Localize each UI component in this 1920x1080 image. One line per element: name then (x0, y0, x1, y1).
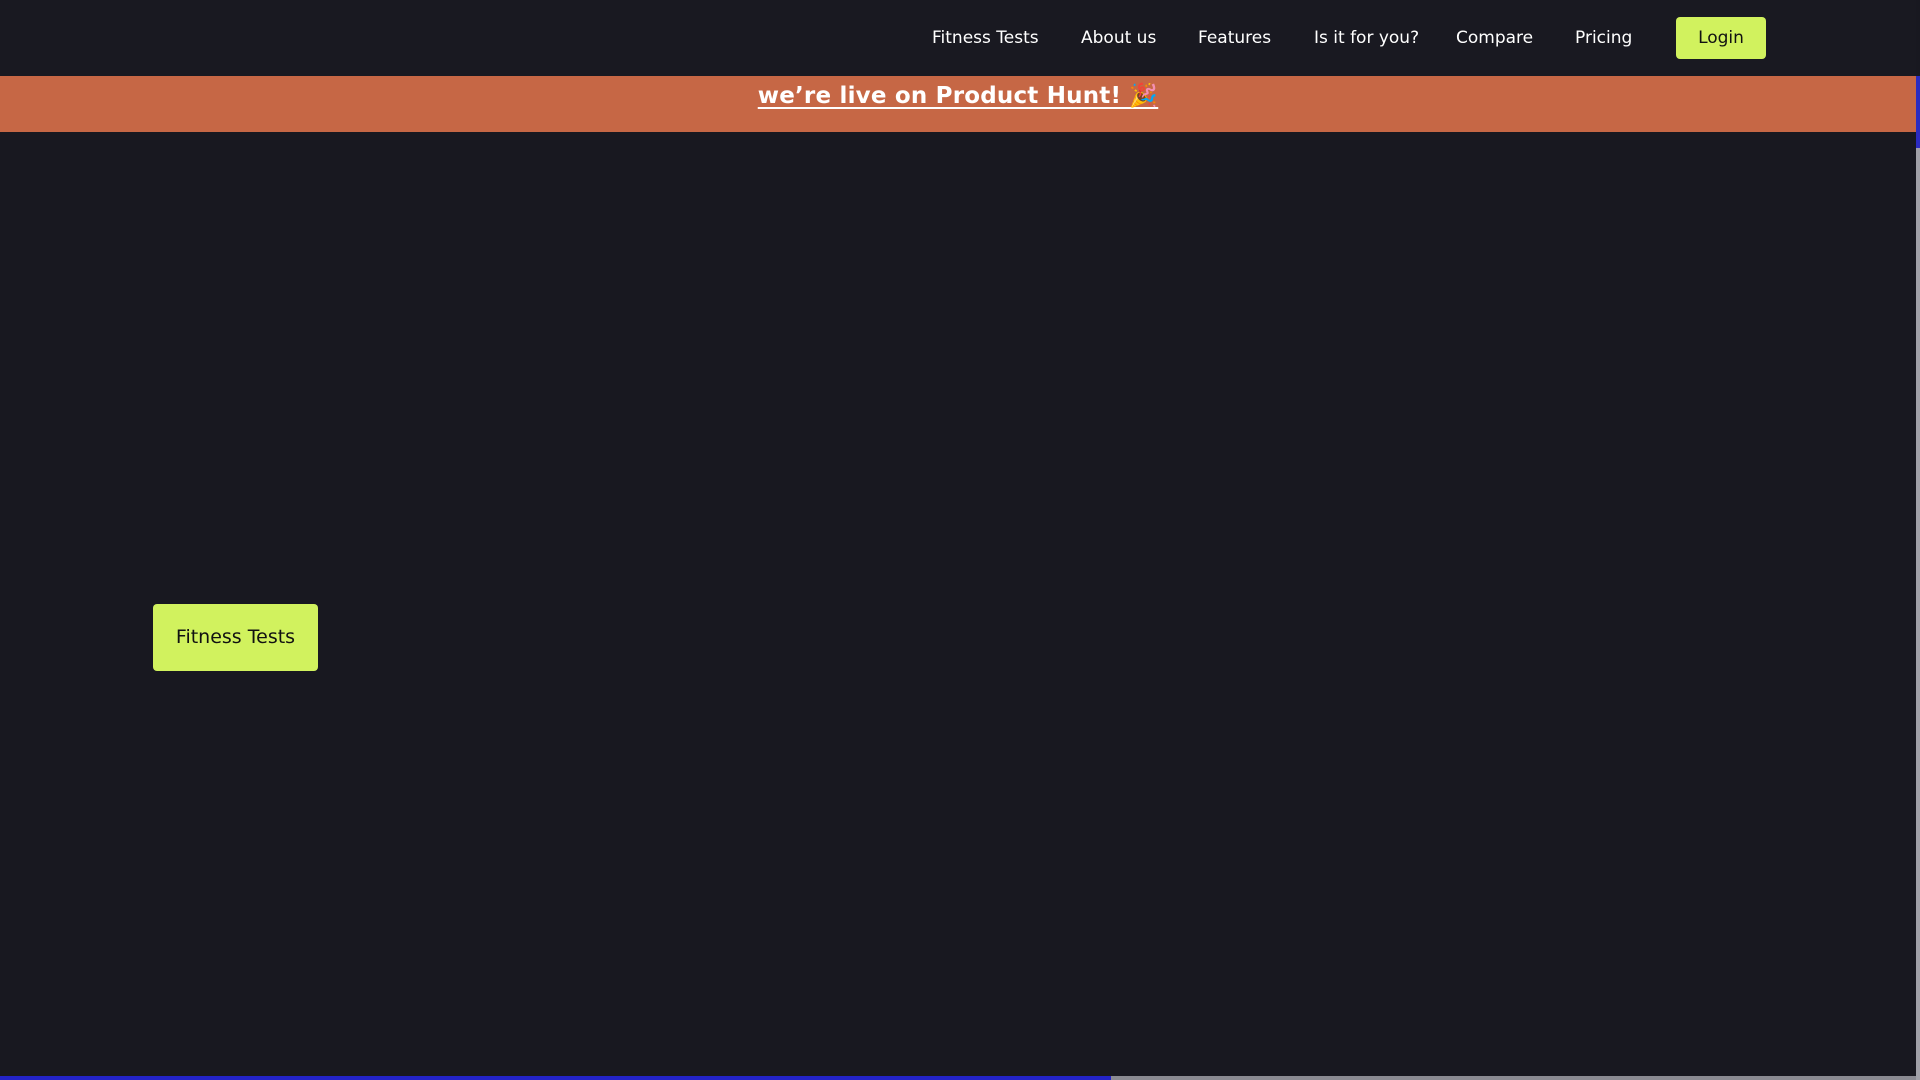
top-navbar: Fitness Tests About us Features Is it fo… (0, 0, 1916, 76)
login-button[interactable]: Login (1676, 17, 1766, 59)
promo-banner: we’re live on Product Hunt! 🎉 (0, 76, 1916, 132)
nav-item-features[interactable]: Features (1198, 0, 1271, 76)
nav-item-about-us[interactable]: About us (1081, 0, 1156, 76)
product-hunt-link[interactable]: we’re live on Product Hunt! 🎉 (758, 82, 1158, 109)
nav-item-fitness-tests[interactable]: Fitness Tests (932, 0, 1039, 76)
scroll-progress-bar (0, 1076, 1916, 1080)
scrollbar-thumb[interactable] (1916, 76, 1920, 148)
vertical-scrollbar[interactable] (1916, 76, 1920, 1080)
page: Fitness Tests About us Features Is it fo… (0, 0, 1916, 1080)
nav-item-is-it-for-you[interactable]: Is it for you? (1314, 0, 1419, 76)
nav-item-compare[interactable]: Compare (1456, 0, 1533, 76)
fitness-tests-button[interactable]: Fitness Tests (153, 604, 318, 671)
scroll-progress-fill (0, 1076, 1112, 1080)
nav-item-pricing[interactable]: Pricing (1575, 0, 1632, 76)
